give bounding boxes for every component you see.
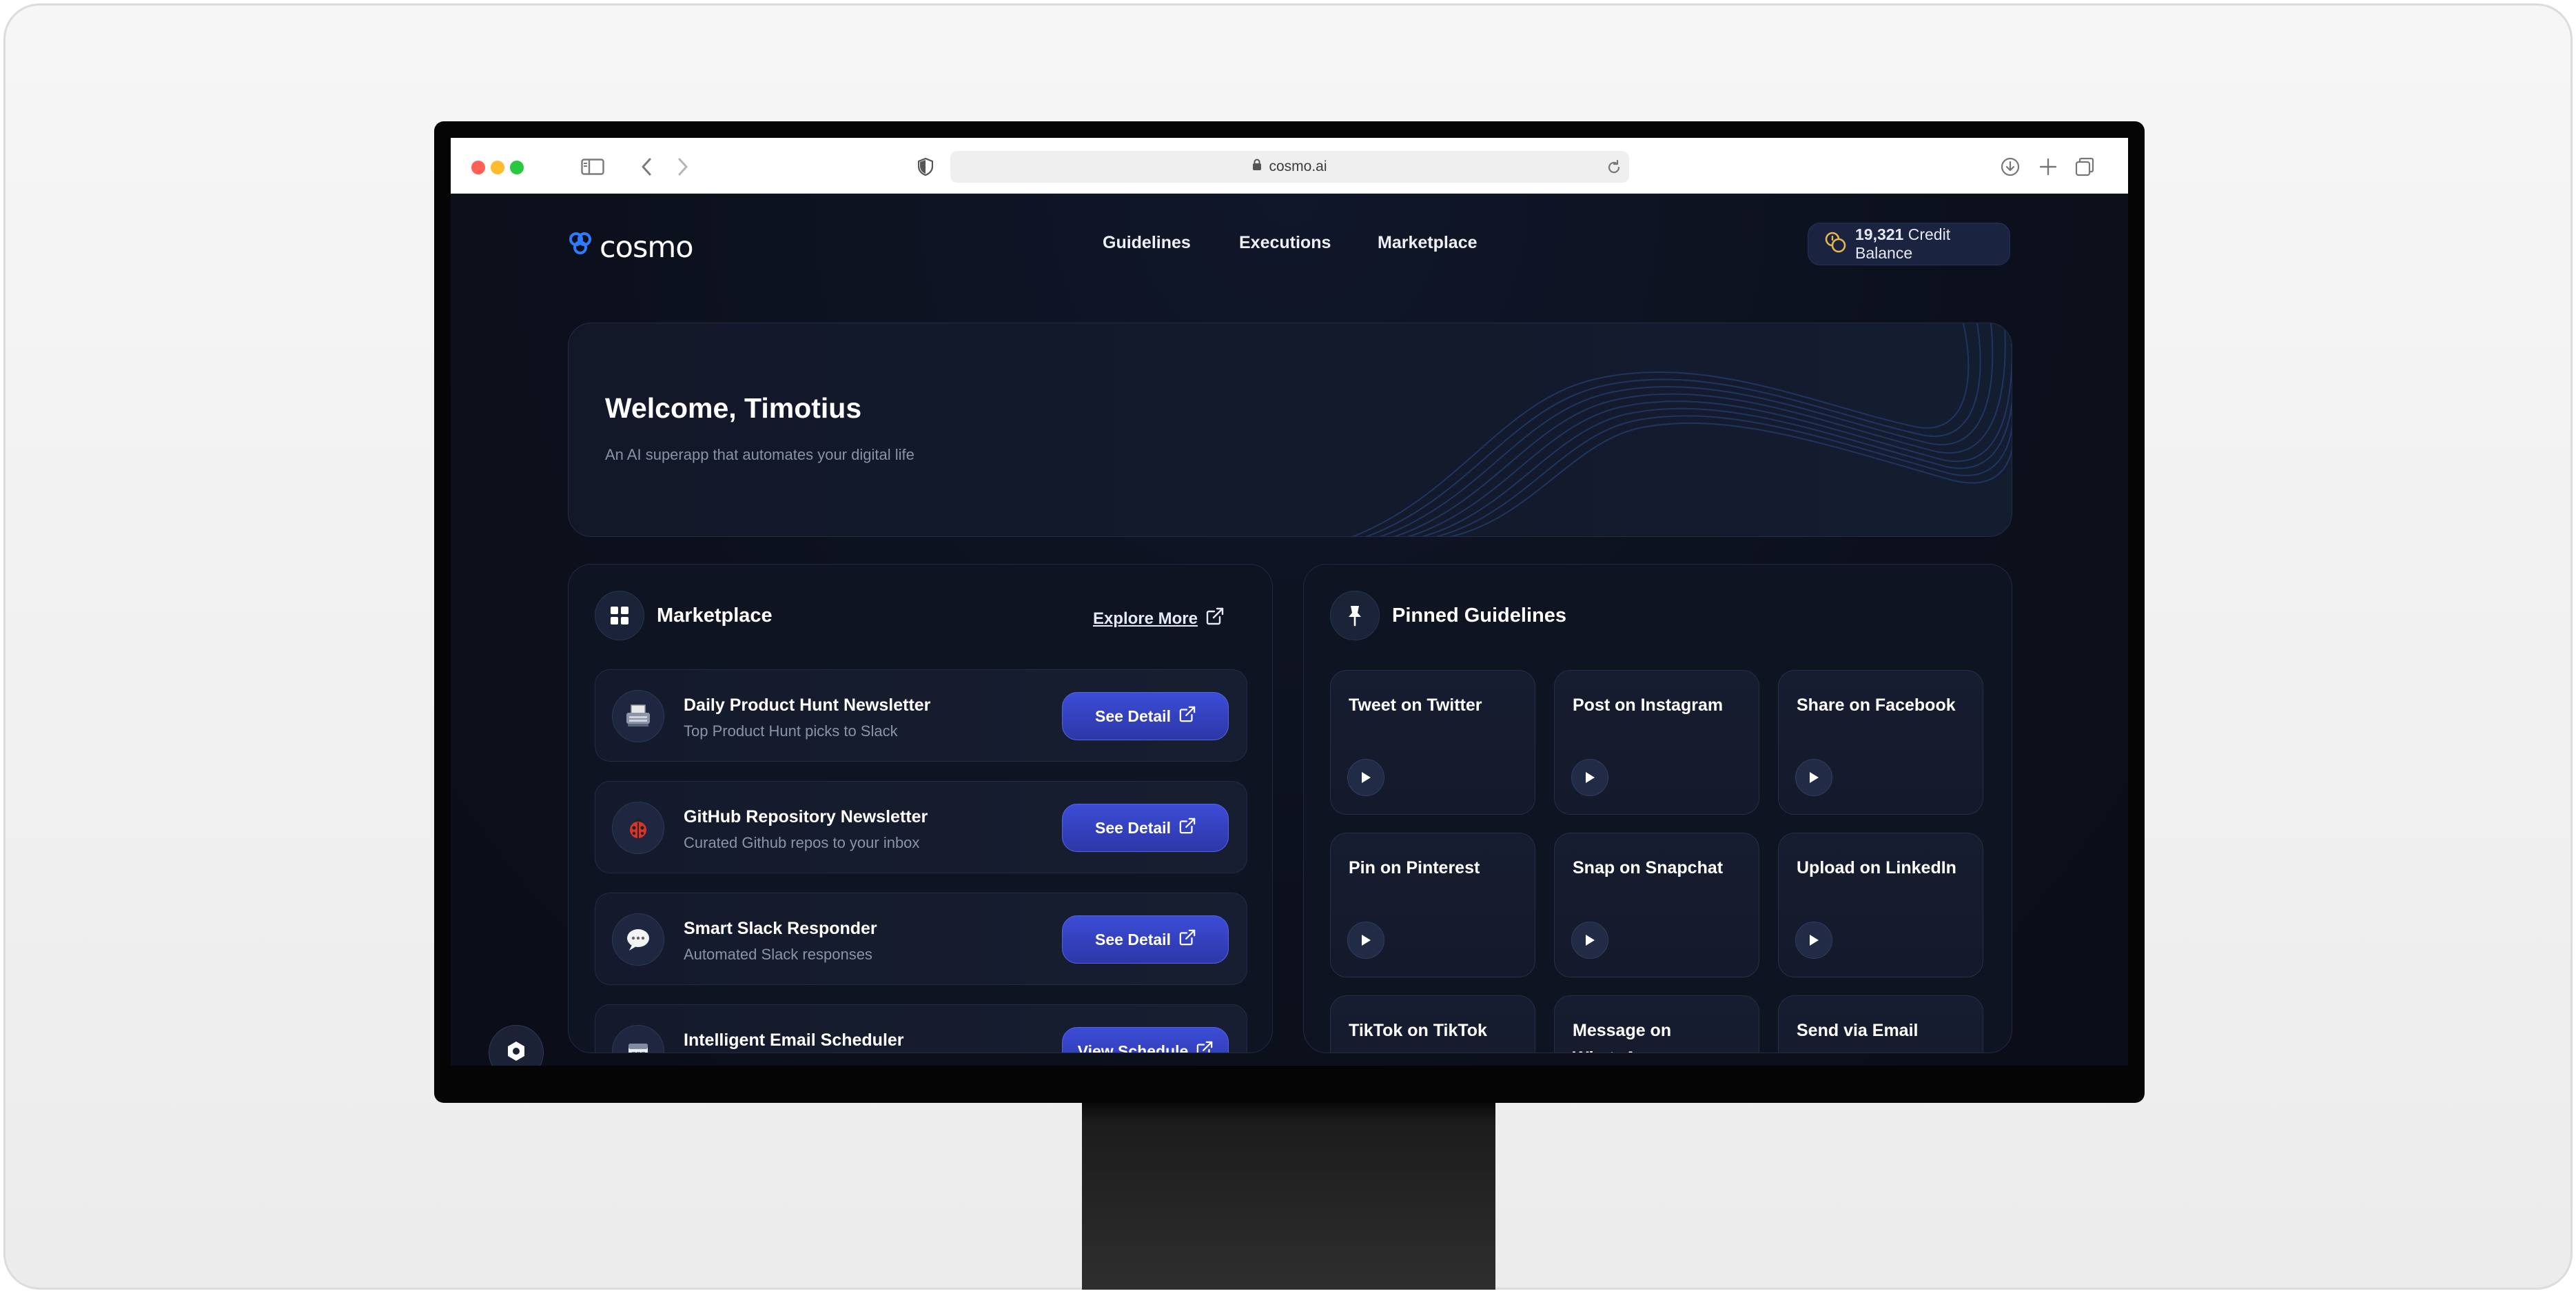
play-icon[interactable] (1347, 922, 1384, 959)
guideline-card[interactable]: Tweet on Twitter (1330, 670, 1535, 815)
typewriter-icon (612, 690, 664, 742)
sidebar-toggle-icon[interactable] (580, 153, 605, 181)
view-schedule-button[interactable]: View Schedule (1062, 1027, 1229, 1053)
play-icon[interactable] (1795, 759, 1832, 796)
speech-bubble-icon (612, 913, 664, 966)
see-detail-button[interactable]: See Detail (1062, 915, 1229, 964)
nav-marketplace[interactable]: Marketplace (1378, 233, 1478, 253)
logo-text: cosmo (600, 230, 694, 265)
guideline-card[interactable]: Send via Email (1778, 995, 1983, 1053)
reload-icon[interactable] (1606, 159, 1622, 180)
item-description: Automated Slack responses (684, 946, 872, 963)
marketplace-title: Marketplace (657, 605, 773, 627)
calendar-icon (612, 1025, 664, 1053)
lock-icon (1252, 159, 1262, 175)
settings-icon (505, 1040, 527, 1066)
see-detail-button[interactable]: See Detail (1062, 692, 1229, 740)
item-name: Daily Product Hunt Newsletter (684, 695, 931, 715)
url-text: cosmo.ai (1269, 159, 1327, 174)
marketplace-panel: Marketplace Explore More Daily Product H… (568, 564, 1273, 1053)
button-label: See Detail (1095, 818, 1171, 837)
wave-decoration (1351, 323, 2012, 536)
button-label: See Detail (1095, 707, 1171, 725)
forward-icon[interactable] (675, 153, 691, 181)
browser-toolbar: cosmo.ai (451, 138, 2128, 194)
item-name: Intelligent Email Scheduler (684, 1030, 904, 1050)
maximize-window-button[interactable] (510, 161, 524, 174)
guideline-title: Send via Email (1797, 1021, 1919, 1040)
guideline-title: Pin on Pinterest (1349, 858, 1480, 877)
guideline-title: Message on WhatsApp (1573, 1021, 1672, 1053)
marketplace-item[interactable]: Daily Product Hunt Newsletter Top Produc… (595, 669, 1247, 762)
settings-fab[interactable] (489, 1025, 544, 1066)
marketplace-item[interactable]: Smart Slack Responder Automated Slack re… (595, 893, 1247, 985)
cosmo-logo-icon (566, 230, 594, 265)
guideline-title: Snap on Snapchat (1573, 858, 1724, 877)
guideline-card[interactable]: Upload on LinkedIn (1778, 833, 1983, 977)
play-icon[interactable] (1571, 759, 1608, 796)
external-link-icon (1206, 607, 1224, 630)
guideline-title: Share on Facebook (1797, 695, 1956, 715)
privacy-shield-icon[interactable] (917, 153, 934, 181)
screen: cosmo.ai cosmo Guidelines Executions Mar… (451, 138, 2128, 1066)
pin-icon (1330, 591, 1380, 640)
marketplace-item[interactable]: GitHub Repository Newsletter Curated Git… (595, 781, 1247, 873)
item-name: GitHub Repository Newsletter (684, 807, 928, 826)
guideline-card[interactable]: Post on Instagram (1554, 670, 1759, 815)
credit-amount: 19,321 (1855, 225, 1904, 243)
button-label: See Detail (1095, 930, 1171, 948)
play-icon[interactable] (1795, 922, 1832, 959)
external-link-icon (1196, 1041, 1213, 1053)
external-link-icon (1179, 817, 1196, 838)
welcome-title: Welcome, Timotius (605, 392, 862, 424)
monitor-stand (1082, 1103, 1495, 1290)
play-icon[interactable] (1571, 922, 1608, 959)
credit-balance[interactable]: 19,321 Credit Balance (1808, 223, 2010, 265)
explore-more-label: Explore More (1092, 609, 1198, 628)
logo[interactable]: cosmo (566, 230, 694, 265)
guideline-card[interactable]: Snap on Snapchat (1554, 833, 1759, 977)
guideline-card[interactable]: Pin on Pinterest (1330, 833, 1535, 977)
nav-guidelines[interactable]: Guidelines (1103, 233, 1191, 253)
ladybug-icon (612, 802, 664, 854)
play-icon[interactable] (1347, 759, 1384, 796)
guideline-title: Upload on LinkedIn (1797, 858, 1956, 877)
downloads-icon[interactable] (2000, 153, 2021, 181)
marketplace-item[interactable]: Intelligent Email Scheduler View Schedul… (595, 1004, 1247, 1053)
minimize-window-button[interactable] (491, 161, 504, 174)
welcome-subtitle: An AI superapp that automates your digit… (605, 446, 914, 463)
guideline-card[interactable]: Message on WhatsApp (1554, 995, 1759, 1053)
close-window-button[interactable] (471, 161, 485, 174)
app-page: cosmo Guidelines Executions Marketplace … (451, 194, 2128, 1066)
external-link-icon (1179, 929, 1196, 950)
guideline-title: Tweet on Twitter (1349, 695, 1482, 715)
welcome-banner: Welcome, Timotius An AI superapp that au… (568, 323, 2012, 537)
item-description: Top Product Hunt picks to Slack (684, 722, 898, 740)
guideline-card[interactable]: TikTok on TikTok (1330, 995, 1535, 1053)
monitor: cosmo.ai cosmo Guidelines Executions Mar… (434, 121, 2145, 1103)
nav-executions[interactable]: Executions (1239, 233, 1331, 253)
new-tab-icon[interactable] (2038, 153, 2058, 181)
button-label: View Schedule (1077, 1042, 1189, 1053)
item-name: Smart Slack Responder (684, 919, 877, 938)
external-link-icon (1179, 706, 1196, 727)
back-icon[interactable] (638, 153, 655, 181)
guideline-card[interactable]: Share on Facebook (1778, 670, 1983, 815)
tab-overview-icon[interactable] (2074, 153, 2095, 181)
see-detail-button[interactable]: See Detail (1062, 804, 1229, 852)
guideline-title: Post on Instagram (1573, 695, 1724, 715)
explore-more-link[interactable]: Explore More (1093, 607, 1224, 630)
address-bar[interactable]: cosmo.ai (950, 151, 1629, 183)
guideline-title: TikTok on TikTok (1349, 1021, 1487, 1040)
coins-icon (1823, 230, 1847, 258)
grid-icon (595, 591, 644, 640)
pinned-guidelines-title: Pinned Guidelines (1392, 605, 1566, 627)
pinned-guidelines-panel: Pinned Guidelines Tweet on Twitter Post … (1303, 564, 2012, 1053)
item-description: Curated Github repos to your inbox (684, 834, 920, 851)
